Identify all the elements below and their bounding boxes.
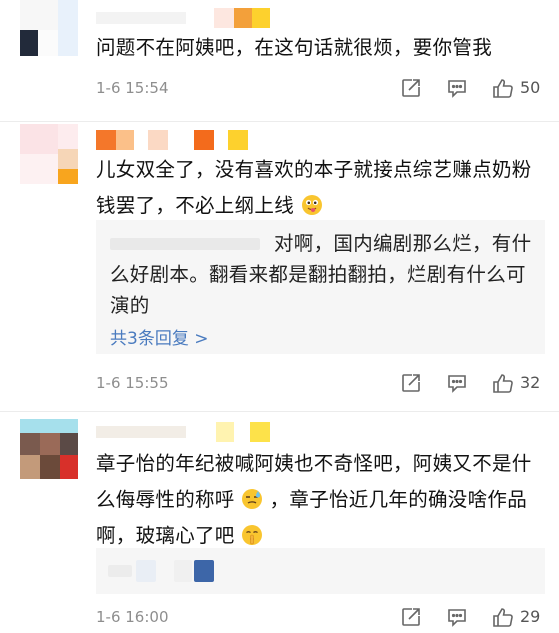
comment-item-3: 章子怡的年纪被喊阿姨也不奇怪吧，阿姨又不是什么侮辱性的称呼 ，章子怡近几年的确没… (0, 412, 559, 633)
like-count: 50 (520, 78, 541, 97)
share-icon[interactable] (400, 372, 422, 394)
shushing-face-emoji (242, 525, 263, 545)
comment-meta: 1-6 15:54 50 (96, 75, 543, 101)
like-count: 29 (520, 607, 541, 626)
face-with-tongue-emoji (301, 195, 322, 215)
avatar[interactable] (20, 419, 78, 479)
comment-item-1: 问题不在阿姨吧，在这句话就很烦，要你管我 1-6 15:54 50 (0, 0, 559, 122)
comment-icon[interactable] (446, 372, 468, 394)
sweat-face-emoji (242, 489, 263, 509)
username-blurred[interactable] (96, 8, 276, 28)
reply-text: 对啊，国内编剧那么烂，有什么好剧本。翻看来都是翻拍翻拍，烂剧有什么可演的 (110, 232, 532, 317)
reply-blur-segment (194, 560, 214, 582)
comment-time: 1-6 15:55 (96, 374, 169, 392)
username-blurred[interactable] (96, 130, 256, 150)
share-icon[interactable] (400, 77, 422, 99)
comment-icon[interactable] (446, 77, 468, 99)
view-replies-link[interactable]: 共3条回复 > (110, 324, 208, 349)
thumbs-up-icon[interactable] (492, 77, 514, 99)
reply-preview[interactable]: 对啊，国内编剧那么烂，有什么好剧本。翻看来都是翻拍翻拍，烂剧有什么可演的 共3条… (96, 220, 545, 354)
comment-text: 章子怡的年纪被喊阿姨也不奇怪吧，阿姨又不是什么侮辱性的称呼 ，章子怡近几年的确没… (96, 446, 545, 554)
reply-blur-segment (174, 560, 192, 582)
comment-meta: 1-6 15:55 32 (96, 370, 543, 396)
comment-text: 问题不在阿姨吧，在这句话就很烦，要你管我 (96, 36, 493, 59)
thumbs-up-icon[interactable] (492, 372, 514, 394)
reply-blur-segment (136, 560, 156, 582)
comment-meta: 1-6 16:00 29 (96, 604, 543, 630)
share-icon[interactable] (400, 606, 422, 628)
like-count: 32 (520, 373, 541, 392)
comment-time: 1-6 15:54 (96, 79, 169, 97)
comment-text: 儿女双全了，没有喜欢的本子就接点综艺赚点奶粉钱罢了，不必上纲上线 (96, 152, 545, 224)
comment-time: 1-6 16:00 (96, 608, 169, 626)
reply-blur-segment (108, 565, 132, 577)
username-blurred[interactable] (96, 422, 276, 442)
reply-preview-blurred[interactable] (96, 548, 545, 594)
comment-item-2: 儿女双全了，没有喜欢的本子就接点综艺赚点奶粉钱罢了，不必上纲上线 对啊，国内编剧… (0, 122, 559, 412)
comment-icon[interactable] (446, 606, 468, 628)
thumbs-up-icon[interactable] (492, 606, 514, 628)
avatar[interactable] (20, 124, 78, 184)
avatar[interactable] (20, 0, 78, 56)
